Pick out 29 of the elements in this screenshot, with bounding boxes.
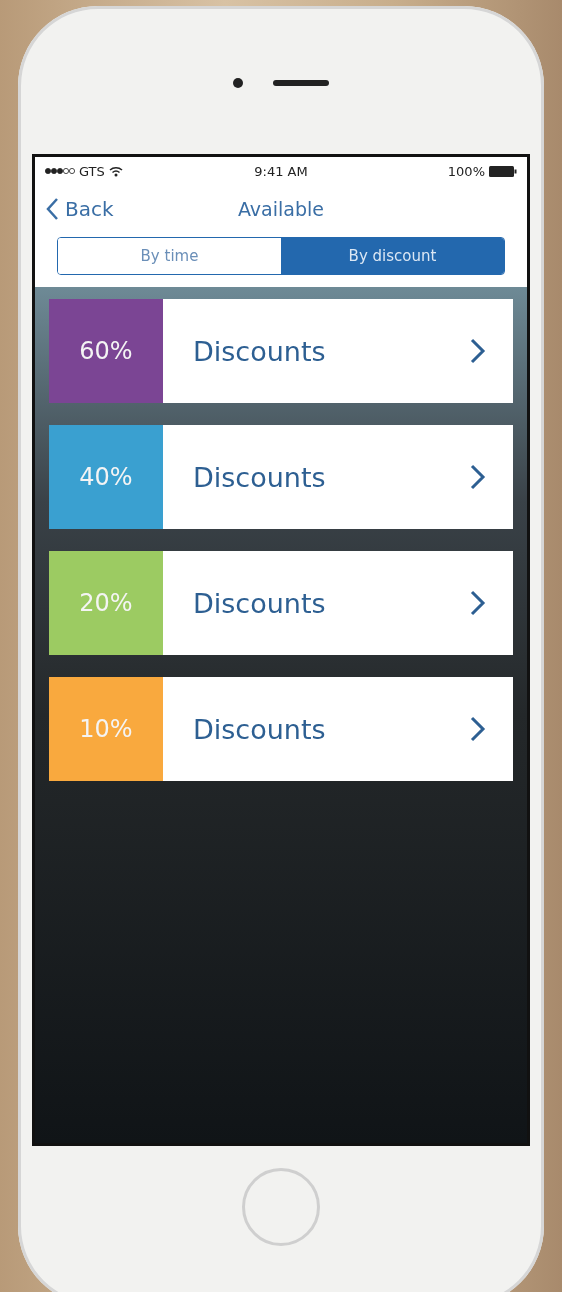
row-label: Discounts [192, 712, 327, 747]
chevron-right-icon [469, 463, 487, 491]
discount-row[interactable]: 40% Discounts [49, 425, 513, 529]
discount-percent: 10% [49, 677, 163, 781]
carrier-name: GTS [79, 163, 105, 179]
discount-row[interactable]: 60% Discounts [49, 299, 513, 403]
discount-row[interactable]: 10% Discounts [49, 677, 513, 781]
discount-percent: 60% [49, 299, 163, 403]
camera-icon [233, 78, 243, 88]
battery-icon [489, 165, 517, 177]
segment-tab[interactable]: By discount [281, 238, 504, 274]
back-button[interactable]: Back [45, 197, 114, 221]
home-button[interactable] [242, 1168, 320, 1246]
battery-percent: 100% [447, 163, 485, 179]
speaker-grille [273, 80, 329, 86]
chevron-left-icon [45, 197, 59, 221]
chevron-right-icon [469, 337, 487, 365]
wifi-icon [108, 165, 123, 177]
chevron-right-icon [469, 589, 487, 617]
status-time: 9:41 AM [254, 163, 308, 179]
screen-title: Available [238, 198, 324, 220]
signal-icon [45, 167, 75, 175]
discount-row[interactable]: 20% Discounts [49, 551, 513, 655]
chevron-right-icon [469, 715, 487, 743]
row-label: Discounts [192, 460, 327, 495]
row-label: Discounts [192, 586, 327, 621]
discount-percent: 20% [49, 551, 163, 655]
row-label: Discounts [192, 334, 327, 369]
discount-percent: 40% [49, 425, 163, 529]
